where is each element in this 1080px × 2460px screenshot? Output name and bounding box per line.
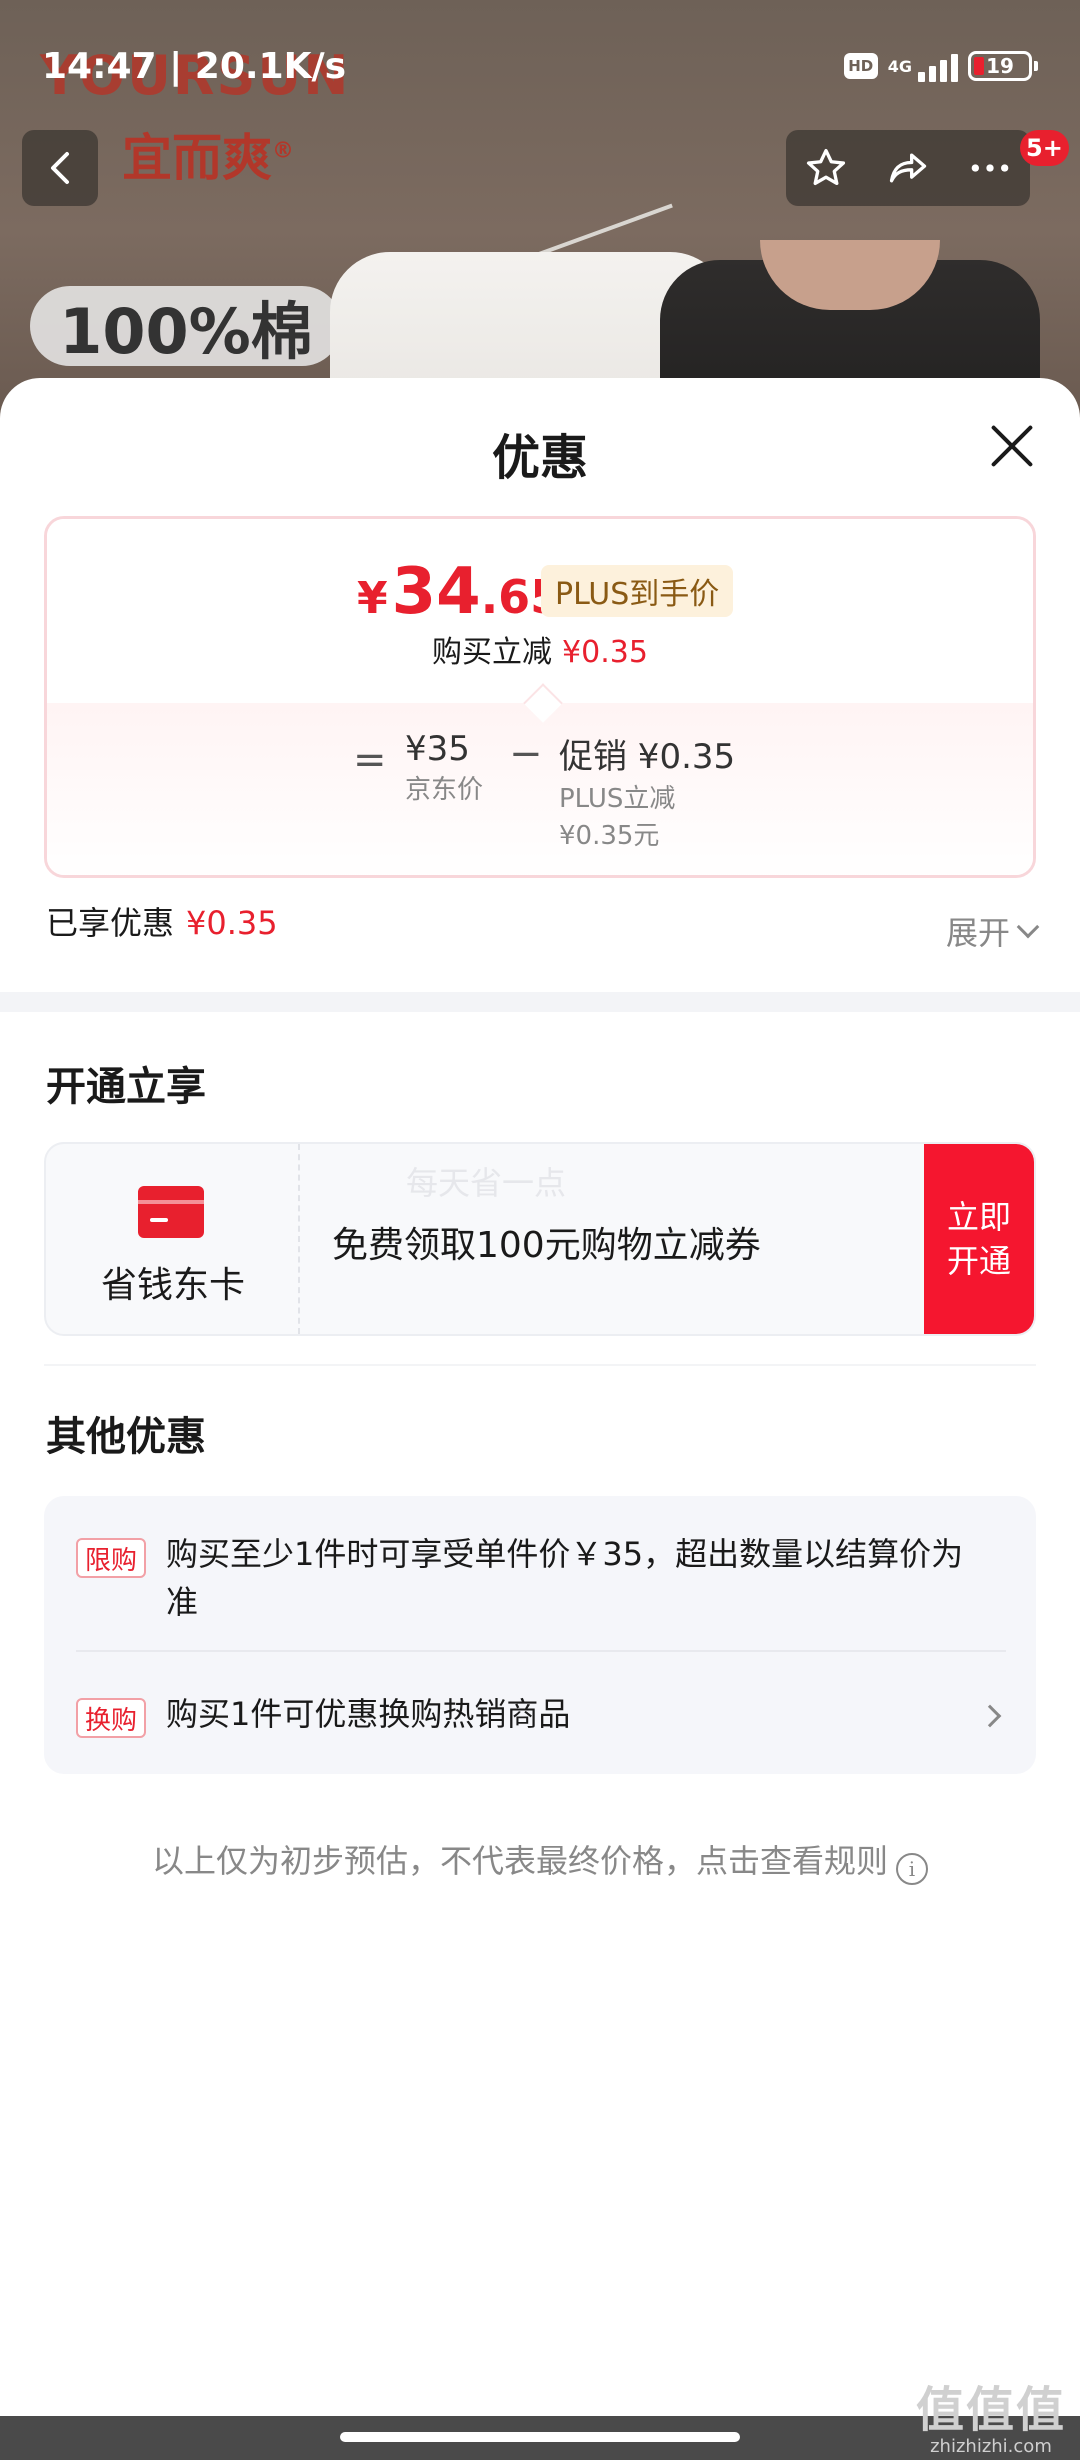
- other-discounts-card: 限购 购买至少1件时可享受单件价￥35，超出数量以结算价为准 换购 购买1件可优…: [44, 1496, 1036, 1774]
- chevron-down-icon: [1016, 915, 1040, 939]
- limit-purchase-tag: 限购: [76, 1538, 146, 1578]
- price-card: ¥34.65 PLUS到手价 购买立减 ¥0.35 = ¥35 京东价 − 促销 …: [44, 516, 1036, 878]
- membership-card[interactable]: 省钱东卡 每天省一点 免费领取100元购物立减券 立即 开通: [44, 1142, 1036, 1336]
- promo-block: 促销 ¥0.35 PLUS立减 ¥0.35元: [559, 729, 735, 852]
- site-watermark: 值值值 zhizhizhi.com: [915, 2382, 1066, 2457]
- battery-icon: 19: [968, 51, 1038, 81]
- open-section-title: 开通立享: [46, 1064, 206, 1110]
- open-now-button[interactable]: 立即 开通: [924, 1144, 1034, 1334]
- plus-reduce-value: ¥0.35元: [559, 821, 660, 851]
- network-label: 4G: [887, 56, 912, 76]
- cotton-tag: 100%棉: [30, 286, 342, 368]
- status-time: 14:47 | 20.1K/s: [42, 46, 347, 87]
- membership-watermark: 每天省一点: [406, 1164, 567, 1202]
- signal-icon: [918, 50, 958, 82]
- sheet-title: 优惠: [491, 430, 588, 486]
- jd-price-label: 京东价: [405, 775, 484, 805]
- limit-purchase-text: 购买至少1件时可享受单件价￥35，超出数量以结算价为准: [166, 1535, 964, 1621]
- promo-value: 促销 ¥0.35: [559, 737, 736, 777]
- message-badge: 5+: [1020, 130, 1069, 166]
- divider: [44, 1364, 1036, 1366]
- status-bar: 14:47 | 20.1K/s HD 4G 19: [0, 0, 1080, 130]
- trade-in-item[interactable]: 换购 购买1件可优惠换购热销商品: [76, 1694, 1006, 1742]
- more-icon[interactable]: [968, 146, 1012, 190]
- trade-in-text: 购买1件可优惠换购热销商品: [166, 1695, 571, 1733]
- rules-note[interactable]: 以上仅为初步预估，不代表最终价格，点击查看规则 i: [0, 1836, 1080, 1885]
- back-button[interactable]: [22, 130, 98, 206]
- list-item: 限购 购买至少1件时可享受单件价￥35，超出数量以结算价为准: [76, 1534, 1006, 1634]
- other-section-title: 其他优惠: [46, 1414, 206, 1460]
- close-icon[interactable]: [984, 418, 1040, 474]
- back-arrow-icon: [51, 152, 69, 184]
- price-breakdown: = ¥35 京东价 − 促销 ¥0.35 PLUS立减 ¥0.35元: [47, 703, 1033, 875]
- instant-discount-line: 购买立减 ¥0.35: [432, 635, 648, 670]
- section-divider: [0, 992, 1080, 1012]
- home-indicator[interactable]: [340, 2432, 740, 2442]
- card-icon: [138, 1186, 204, 1238]
- membership-name: 省钱东卡: [100, 1265, 245, 1306]
- plus-reduce-label: PLUS立减: [559, 784, 676, 814]
- info-icon: i: [896, 1853, 928, 1885]
- hd-icon: HD: [843, 53, 878, 79]
- final-price: ¥34.65: [357, 555, 563, 629]
- nav-action-group: [786, 130, 1030, 206]
- promotion-sheet: 优惠 ¥34.65 PLUS到手价 购买立减 ¥0.35 = ¥35 京东价 − …: [0, 378, 1080, 2460]
- membership-description: 免费领取100元购物立减券: [332, 1225, 761, 1266]
- jd-price: ¥35: [405, 729, 470, 769]
- plus-price-tag: PLUS到手价: [541, 565, 734, 617]
- chevron-right-icon: [978, 1704, 1002, 1728]
- expand-button[interactable]: 展开: [946, 908, 1040, 954]
- star-icon[interactable]: [804, 146, 848, 190]
- minus-sign: −: [509, 731, 543, 777]
- divider: [76, 1650, 1006, 1652]
- membership-brand: 省钱东卡: [46, 1144, 300, 1334]
- enjoyed-discount: 已享优惠 ¥0.35: [46, 904, 278, 942]
- jd-price-block: ¥35 京东价: [405, 729, 483, 806]
- share-icon[interactable]: [885, 146, 931, 190]
- equals-sign: =: [353, 737, 387, 783]
- trade-in-tag: 换购: [76, 1698, 146, 1738]
